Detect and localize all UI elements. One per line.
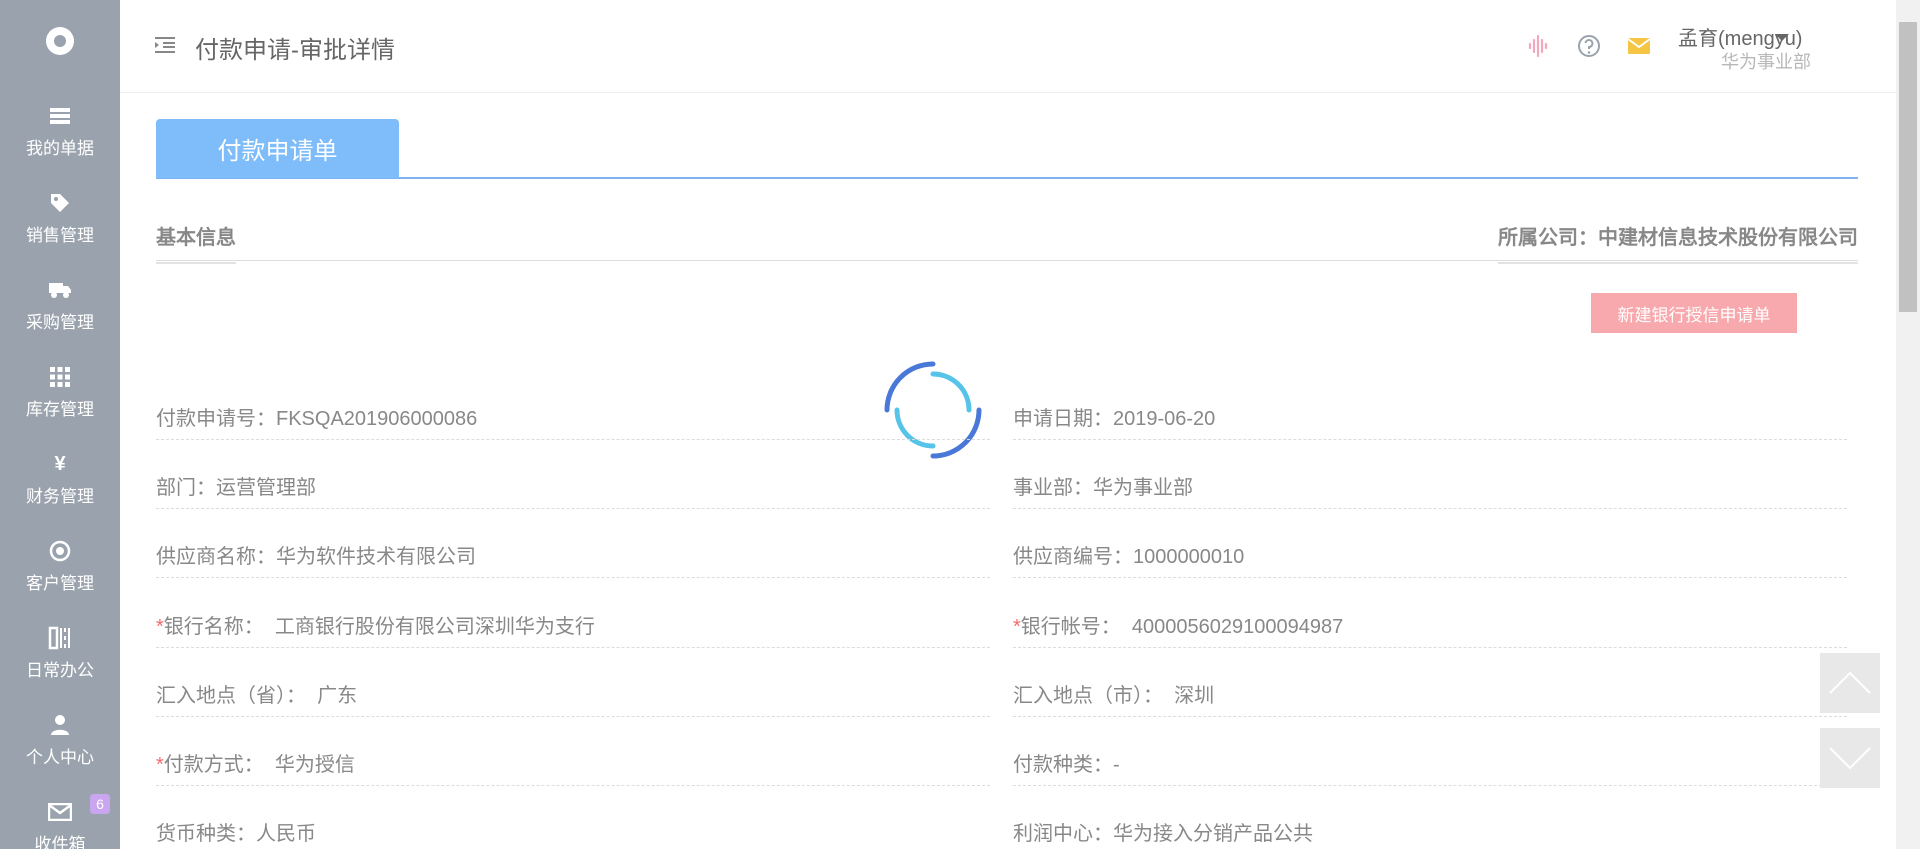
field-value: 广东 (317, 685, 358, 707)
field-payment-method: *付款方式： 华为授信 (156, 736, 990, 786)
field-remit-city: 汇入地点（市）： 深圳 (1013, 667, 1847, 717)
sidebar-item-label: 财务管理 (26, 487, 94, 506)
field-label: 付款申请号： (156, 408, 276, 430)
field-label: 货币种类： (156, 823, 256, 845)
field-value: 华为接入分销产品公共 (1113, 823, 1313, 845)
field-label: 汇入地点（省）： (156, 685, 306, 707)
sidebar-item-label: 个人中心 (26, 748, 94, 767)
sidebar-item-label: 客户管理 (26, 574, 94, 593)
scroll-up-button[interactable] (1820, 653, 1880, 713)
field-value: - (1113, 754, 1120, 776)
new-credit-request-button[interactable]: 新建银行授信申请单 (1591, 293, 1797, 333)
field-payment-type: 付款种类：- (1013, 736, 1847, 786)
field-label: 利润中心： (1013, 823, 1113, 845)
sidebar-item-inventory[interactable]: 库存管理 (0, 349, 120, 436)
field-value: 工商银行股份有限公司深圳华为支行 (274, 616, 595, 638)
audio-icon[interactable] (1525, 33, 1551, 59)
field-label: 汇入地点（市）： (1013, 685, 1163, 707)
yen-icon: ¥ (54, 452, 66, 475)
field-value: 华为授信 (274, 754, 355, 776)
required-marker: * (156, 754, 164, 776)
target-icon (48, 539, 72, 563)
inbox-count-badge: 6 (90, 794, 110, 814)
field-value: 深圳 (1174, 685, 1215, 707)
sidebar-item-label: 采购管理 (26, 313, 94, 332)
field-value: 运营管理部 (216, 477, 316, 499)
chevron-down-icon (1829, 747, 1871, 770)
field-label: 供应商名称： (156, 546, 276, 568)
field-label: 付款方式： (163, 754, 264, 776)
field-label: 事业部： (1013, 477, 1093, 499)
field-currency: 货币种类：人民币 (156, 805, 990, 849)
field-value: FKSQA201906000086 (276, 408, 478, 430)
field-label: 部门： (156, 477, 216, 499)
sidebar-item-label: 日常办公 (26, 661, 94, 680)
field-label: 银行帐号： (1020, 616, 1121, 638)
mail-icon[interactable] (1626, 33, 1652, 59)
field-label: 银行名称： (163, 616, 264, 638)
field-supplier-no: 供应商编号：1000000010 (1013, 528, 1847, 578)
grid-icon (48, 365, 72, 389)
top-header: 付款申请-审批详情 孟育(mengyu) 华为事业部 (120, 0, 1896, 93)
field-label: 申请日期： (1013, 408, 1113, 430)
sidebar-item-finance[interactable]: ¥ 财务管理 (0, 436, 120, 523)
page-title: 付款申请-审批详情 (195, 37, 395, 64)
field-value: 华为事业部 (1093, 477, 1193, 499)
sidebar: 我的单据 销售管理 采购管理 库存管理 ¥ 财务管理 客户管理 日常办公 个人中… (0, 0, 120, 849)
field-remit-province: 汇入地点（省）： 广东 (156, 667, 990, 717)
field-payment-request-no: 付款申请号：FKSQA201906000086 (156, 390, 990, 440)
help-icon[interactable] (1576, 33, 1602, 59)
company-label: 所属公司：中建材信息技术股份有限公司 (1498, 221, 1858, 264)
office-icon (48, 626, 72, 650)
tab-bar: 付款申请单 (156, 119, 1858, 179)
sidebar-item-sales[interactable]: 销售管理 (0, 175, 120, 262)
scrollbar-thumb[interactable] (1899, 22, 1917, 312)
required-marker: * (156, 616, 164, 638)
chevron-down-icon[interactable] (1775, 34, 1789, 41)
field-profit-center: 利润中心：华为接入分销产品公共 (1013, 805, 1847, 849)
field-department: 部门：运营管理部 (156, 459, 990, 509)
sidebar-item-purchasing[interactable]: 采购管理 (0, 262, 120, 349)
mail-icon (48, 800, 72, 824)
sidebar-item-label: 收件箱 (34, 835, 86, 849)
truck-icon (48, 278, 72, 302)
settings-logo-icon (46, 27, 74, 55)
menu-toggle-icon[interactable] (154, 36, 176, 54)
field-value: 4000056029100094987 (1131, 616, 1344, 638)
sidebar-item-office[interactable]: 日常办公 (0, 610, 120, 697)
scroll-down-button[interactable] (1820, 728, 1880, 788)
sidebar-item-label: 库存管理 (26, 400, 94, 419)
field-supplier-name: 供应商名称：华为软件技术有限公司 (156, 528, 990, 578)
page-scrollbar[interactable] (1896, 0, 1920, 849)
field-value: 人民币 (256, 823, 316, 845)
field-label: 供应商编号： (1013, 546, 1133, 568)
sidebar-item-my-documents[interactable]: 我的单据 (0, 88, 120, 175)
logo[interactable] (0, 0, 120, 82)
section-header: 基本信息 所属公司：中建材信息技术股份有限公司 (156, 218, 1858, 264)
sidebar-item-label: 销售管理 (26, 226, 94, 245)
field-label: 付款种类： (1013, 754, 1113, 776)
sidebar-item-inbox[interactable]: 收件箱 6 (0, 784, 120, 849)
user-icon (48, 713, 72, 737)
field-bank-account: *银行帐号： 4000056029100094987 (1013, 598, 1847, 648)
chevron-up-icon (1829, 671, 1871, 694)
sidebar-item-label: 我的单据 (26, 139, 94, 158)
field-apply-date: 申请日期：2019-06-20 (1013, 390, 1847, 440)
sidebar-item-customers[interactable]: 客户管理 (0, 523, 120, 610)
user-department: 华为事业部 (1721, 52, 1811, 72)
tab-payment-request[interactable]: 付款申请单 (156, 119, 399, 178)
tag-icon (48, 191, 72, 215)
field-bank-name: *银行名称： 工商银行股份有限公司深圳华为支行 (156, 598, 990, 648)
section-title: 基本信息 (156, 221, 236, 264)
documents-icon (48, 104, 72, 128)
field-value: 2019-06-20 (1113, 408, 1216, 430)
field-business-unit: 事业部：华为事业部 (1013, 459, 1847, 509)
sidebar-item-profile[interactable]: 个人中心 (0, 697, 120, 784)
field-value: 1000000010 (1133, 546, 1245, 568)
required-marker: * (1013, 616, 1021, 638)
field-value: 华为软件技术有限公司 (276, 546, 476, 568)
